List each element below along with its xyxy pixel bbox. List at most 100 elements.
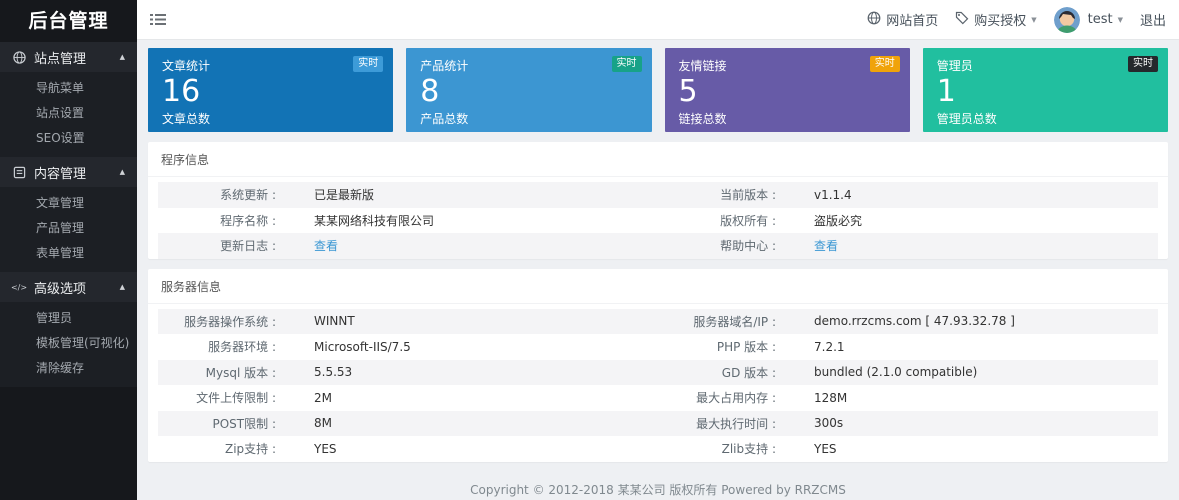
stat-caption: 链接总数 (678, 112, 727, 126)
info-value: 8M (314, 416, 332, 431)
stat-title: 文章统计 (162, 59, 211, 73)
info-value: 某某网络科技有限公司 (314, 213, 435, 228)
copyright-footer: Copyright © 2012-2018 某某公司 版权所有 Powered … (470, 482, 846, 497)
realtime-badge: 实时 (353, 56, 384, 72)
info-label: 服务器操作系统 : (184, 314, 276, 329)
info-value: YES (814, 441, 837, 456)
info-value: 2M (314, 390, 332, 405)
logout-link[interactable]: 退出 (1140, 10, 1166, 29)
info-label: 服务器域名/IP : (693, 314, 776, 329)
sidebar-item-content-management[interactable]: 内容管理 ▲ (0, 157, 137, 187)
help-center-view-link[interactable]: 查看 (776, 237, 1158, 254)
sidebar-item-administrators[interactable]: 管理员 (0, 306, 137, 331)
buy-license-label: 购买授权 (974, 14, 1027, 29)
info-row: Mysql 版本 : 5.5.53 GD 版本 : bundled (2.1.0… (158, 359, 1158, 385)
buy-license-menu[interactable]: 购买授权 ▼ (955, 10, 1037, 29)
info-value: bundled (2.1.0 compatible) (814, 365, 978, 380)
sidebar-item-product-management[interactable]: 产品管理 (0, 216, 137, 241)
sidebar-item-label: 内容管理 (34, 166, 87, 182)
info-label: 最大占用内存 : (696, 391, 776, 406)
stat-card-products: 产品统计 实时 8 产品总数 (406, 48, 652, 132)
stat-title: 产品统计 (420, 59, 469, 73)
info-value: YES (314, 441, 337, 456)
sidebar-item-nav-menu[interactable]: 导航菜单 (0, 76, 137, 101)
sidebar-item-article-management[interactable]: 文章管理 (0, 191, 137, 216)
info-label: 版权所有 : (720, 213, 776, 228)
username: test (1087, 12, 1113, 27)
panel-title: 程序信息 (148, 142, 1168, 177)
stat-value: 5 (678, 74, 698, 109)
chevron-up-icon: ▲ (119, 53, 125, 61)
globe-icon (12, 50, 26, 64)
info-row: 服务器操作系统 : WINNT 服务器域名/IP : demo.rrzcms.c… (158, 308, 1158, 334)
info-label: Mysql 版本 : (205, 365, 276, 380)
stat-card-articles: 文章统计 实时 16 文章总数 (148, 48, 394, 132)
info-row: 程序名称 : 某某网络科技有限公司 版权所有 : 盗版必究 (158, 208, 1158, 234)
realtime-badge: 实时 (869, 56, 900, 72)
info-value: 300s (814, 416, 844, 431)
info-label: Zip支持 : (224, 442, 276, 457)
chevron-up-icon: ▲ (119, 168, 125, 176)
stat-title: 友情链接 (678, 59, 727, 73)
sidebar-item-form-management[interactable]: 表单管理 (0, 241, 137, 266)
content-icon (12, 165, 26, 179)
info-row: 文件上传限制 : 2M 最大占用内存 : 128M (158, 385, 1158, 411)
app-title: 后台管理 (28, 10, 109, 32)
stat-card-links: 友情链接 实时 5 链接总数 (664, 48, 910, 132)
info-label: 当前版本 : (720, 188, 776, 203)
tag-icon (955, 11, 969, 29)
info-label: 程序名称 : (220, 213, 276, 228)
sidebar-item-template-management[interactable]: 模板管理(可视化) (0, 331, 137, 356)
info-row: POST限制 : 8M 最大执行时间 : 300s (158, 410, 1158, 436)
info-label: Zlib支持 : (721, 442, 776, 457)
topbar: 网站首页 购买授权 ▼ test ▼ 退出 (137, 0, 1179, 40)
info-row: Zip支持 : YES Zlib支持 : YES (158, 436, 1158, 462)
topbar-right: 网站首页 购买授权 ▼ test ▼ 退出 (867, 6, 1166, 33)
content: 文章统计 实时 16 文章总数 产品统计 实时 8 产品总数 友情链接 实时 5… (137, 40, 1179, 500)
server-info-panel: 服务器信息 服务器操作系统 : WINNT 服务器域名/IP : demo.rr… (148, 268, 1168, 462)
info-value: 128M (814, 390, 848, 405)
info-value: 7.2.1 (814, 339, 845, 354)
info-value: v1.1.4 (814, 187, 852, 202)
sidebar-section-advanced: </> 高级选项 ▲ 管理员 模板管理(可视化) 清除缓存 (0, 272, 137, 387)
user-avatar[interactable] (1053, 6, 1080, 33)
changelog-view-link[interactable]: 查看 (276, 237, 661, 254)
info-value: Microsoft-IIS/7.5 (314, 339, 411, 354)
info-row: 更新日志 : 查看 帮助中心 : 查看 (158, 233, 1158, 259)
chevron-up-icon: ▲ (119, 283, 125, 291)
stat-card-admins: 管理员 实时 1 管理员总数 (922, 48, 1168, 132)
stat-caption: 产品总数 (420, 112, 469, 126)
sidebar-submenu-site: 导航菜单 站点设置 SEO设置 (0, 72, 137, 157)
user-menu[interactable]: test ▼ (1088, 12, 1123, 27)
program-info-panel: 程序信息 系统更新 : 已是最新版 当前版本 : v1.1.4 程序名称 : 某… (148, 142, 1168, 259)
info-label: 文件上传限制 : (196, 391, 276, 406)
stat-caption: 管理员总数 (936, 112, 997, 126)
code-icon: </> (10, 282, 28, 292)
sidebar-item-site-settings[interactable]: 站点设置 (0, 101, 137, 126)
sidebar-toggle-icon[interactable] (150, 13, 166, 26)
sidebar-item-advanced-options[interactable]: </> 高级选项 ▲ (0, 272, 137, 302)
chevron-down-icon: ▼ (1031, 15, 1037, 24)
realtime-badge: 实时 (611, 56, 642, 72)
site-home-link[interactable]: 网站首页 (867, 10, 938, 29)
site-home-label: 网站首页 (886, 14, 939, 29)
admin-app: 后台管理 站点管理 ▲ 导航菜单 站点设置 SEO设置 内容管理 ▲ 文章管理 … (0, 0, 1179, 500)
info-label: PHP 版本 : (716, 340, 776, 355)
info-label: 最大执行时间 : (696, 416, 776, 431)
info-value: demo.rrzcms.com [ 47.93.32.78 ] (814, 314, 1015, 329)
info-label: 系统更新 : (220, 188, 276, 203)
sidebar-item-site-management[interactable]: 站点管理 ▲ (0, 42, 137, 72)
info-value: 已是最新版 (314, 188, 375, 203)
stat-cards: 文章统计 实时 16 文章总数 产品统计 实时 8 产品总数 友情链接 实时 5… (148, 48, 1168, 132)
chevron-down-icon: ▼ (1117, 15, 1123, 24)
sidebar-section-content: 内容管理 ▲ 文章管理 产品管理 表单管理 (0, 157, 137, 272)
info-value: WINNT (314, 314, 355, 329)
sidebar-submenu-advanced: 管理员 模板管理(可视化) 清除缓存 (0, 302, 137, 387)
realtime-badge: 实时 (1128, 56, 1158, 72)
info-row: 服务器环境 : Microsoft-IIS/7.5 PHP 版本 : 7.2.1 (158, 334, 1158, 360)
sidebar-item-clear-cache[interactable]: 清除缓存 (0, 356, 137, 381)
info-row: 系统更新 : 已是最新版 当前版本 : v1.1.4 (158, 182, 1158, 208)
info-label: 服务器环境 : (208, 340, 276, 355)
sidebar-item-seo-settings[interactable]: SEO设置 (0, 126, 137, 151)
stat-title: 管理员 (936, 59, 973, 73)
